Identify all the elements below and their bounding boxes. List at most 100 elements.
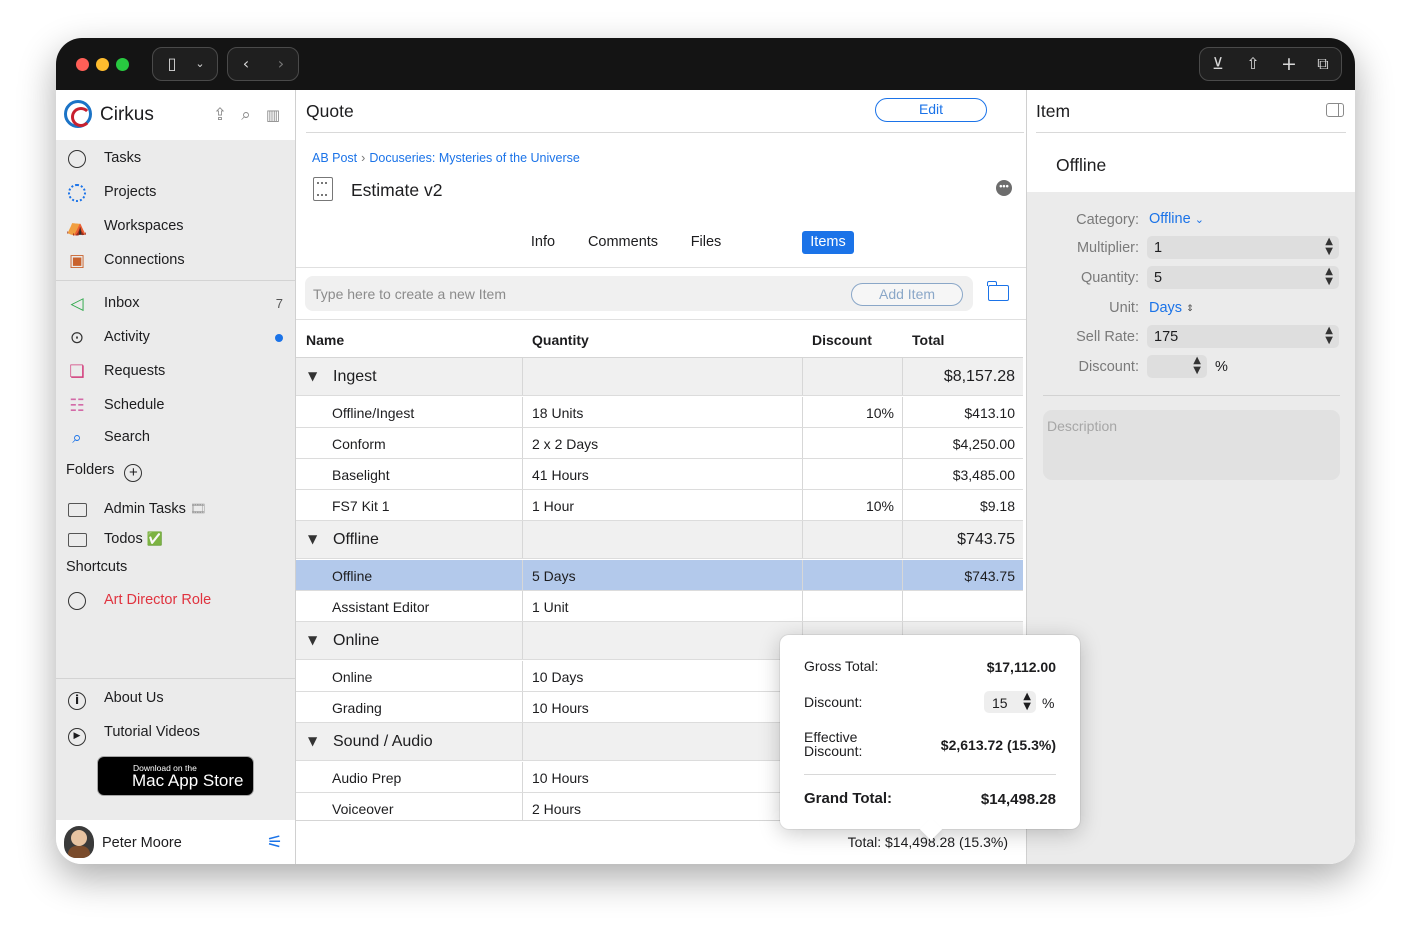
add-item-button[interactable]: Add Item [851,283,963,306]
sidebar: Cirkus ⇪ ⌕ ▥ Tasks Projects ⛺ Workspaces… [56,90,296,864]
chevron-down-icon: ⌄ [1194,213,1204,226]
effective-discount-value: $2,613.72 (15.3%) [940,737,1056,753]
sidebar-panel-icon[interactable]: ▥ [263,105,283,125]
download-icon[interactable]: ⊻ [1203,48,1233,80]
sidebar-item-label: Admin Tasks 🎞 [104,501,206,517]
breadcrumb-link-project[interactable]: Docuseries: Mysteries of the Universe [369,151,580,165]
sidebar-item-art-director-role[interactable]: Art Director Role [56,585,295,617]
tabs-icon[interactable]: ⧉ [1308,48,1338,80]
sidebar-toggle-icon[interactable]: ▯ [157,48,187,80]
discount-stepper[interactable]: ▲ ▼ [1147,355,1207,378]
sidebar-item-label: About Us [104,690,164,706]
table-row[interactable]: Offline/Ingest 18 Units 10% $413.10 [296,397,1023,428]
breadcrumb-link-client[interactable]: AB Post [312,151,357,165]
group-row[interactable]: ▼ Offline $743.75 [296,521,1023,559]
table-row[interactable]: Conform 2 x 2 Days $4,250.00 [296,428,1023,459]
tab-info[interactable]: Info [526,231,560,254]
item-name: FS7 Kit 1 [332,498,390,514]
stepper-arrows-icon[interactable]: ▲ ▼ [1325,326,1333,346]
disclosure-triangle-icon[interactable]: ▼ [308,369,317,383]
sidebar-item-admin-tasks[interactable]: Admin Tasks 🎞 [56,494,295,526]
sliders-icon[interactable]: ⚟ [267,832,283,853]
column-header-total[interactable]: Total [912,332,944,348]
cards-icon: ❏ [69,362,85,382]
table-row-selected[interactable]: Offline 5 Days $743.75 [296,560,1023,591]
search-icon[interactable]: ⌕ [236,105,256,125]
info-icon: i [66,689,88,710]
popover-discount-suffix: % [1042,695,1055,711]
disclosure-triangle-icon[interactable]: ▼ [308,734,317,748]
tab-files[interactable]: Files [686,231,726,254]
sidebar-item-label: Workspaces [104,218,184,234]
stepper-arrows-icon[interactable]: ▲ ▼ [1193,356,1201,376]
sidebar-item-about-us[interactable]: i About Us [56,683,295,715]
sidebar-toggle-group: ▯ ⌄ [152,47,218,81]
close-window-button[interactable] [76,58,89,71]
sidebar-item-tasks[interactable]: Tasks [56,143,295,175]
back-icon[interactable]: ‹ [231,48,261,80]
table-row[interactable]: FS7 Kit 1 1 Hour 10% $9.18 [296,490,1023,521]
contact-card-icon: ▣ [68,251,86,271]
sidebar-item-search[interactable]: ⌕ Search [56,422,295,454]
column-header-discount[interactable]: Discount [812,332,872,348]
share-icon[interactable]: ⇪ [210,105,230,125]
breadcrumb: AB Post › Docuseries: Mysteries of the Uni… [312,151,580,165]
multiplier-stepper[interactable]: 1 ▲ ▼ [1147,236,1339,259]
stepper-arrows-icon[interactable]: ▲ ▼ [1023,692,1031,712]
sidebar-item-workspaces[interactable]: ⛺ Workspaces [56,211,295,243]
sell-rate-label: Sell Rate: [1076,329,1139,345]
share-icon[interactable]: ⇧ [1238,48,1268,80]
column-header-name[interactable]: Name [306,332,344,348]
edit-button[interactable]: Edit [875,98,987,122]
quantity-stepper[interactable]: 5 ▲ ▼ [1147,266,1339,289]
forward-icon[interactable]: › [266,48,296,80]
item-quantity: 1 Hour [532,498,575,514]
more-options-icon[interactable]: ••• [996,180,1012,196]
disclosure-triangle-icon[interactable]: ▼ [308,633,317,647]
stepper-arrows-icon[interactable]: ▲ ▼ [1325,267,1333,287]
group-row[interactable]: ▼ Ingest $8,157.28 [296,358,1023,396]
inspector-field-divider [1043,395,1340,396]
sidebar-item-schedule[interactable]: ☷ Schedule [56,390,295,422]
chevron-down-icon[interactable]: ⌄ [185,48,215,80]
column-header-quantity[interactable]: Quantity [532,332,589,348]
mac-app-store-badge[interactable]: Download on the Mac App Store [97,756,254,796]
item-total: $9.18 [979,498,1015,514]
item-quantity: 5 Days [532,568,576,584]
sidebar-item-tutorial-videos[interactable]: ▶ Tutorial Videos [56,717,295,749]
folder-name: Todos [104,531,143,547]
description-field[interactable] [1043,410,1340,480]
estimate-title: Estimate v2 [351,180,443,200]
sell-rate-stepper[interactable]: 175 ▲ ▼ [1147,325,1339,348]
shortcut-label: Art Director Role [104,592,212,608]
avatar[interactable] [64,826,94,858]
zoom-window-button[interactable] [116,58,129,71]
sidebar-panel-icon[interactable] [1326,103,1344,117]
stepper-arrows-icon[interactable]: ▲ ▼ [1325,237,1333,257]
popover-discount-stepper[interactable]: 15 ▲ ▼ [984,691,1036,713]
add-folder-icon[interactable]: + [124,464,143,482]
sidebar-item-requests[interactable]: ❏ Requests [56,356,295,388]
sidebar-item-activity[interactable]: ⊙ Activity [56,322,295,354]
sidebar-item-connections[interactable]: ▣ Connections [56,245,295,277]
item-quantity: 41 Hours [532,467,589,483]
item-name: Online [332,669,373,685]
minimize-window-button[interactable] [96,58,109,71]
unit-value: Days [1149,300,1183,316]
item-discount: 10% [865,405,894,421]
table-row[interactable]: Baselight 41 Hours $3,485.00 [296,459,1023,490]
table-row[interactable]: Assistant Editor 1 Unit [296,591,1023,622]
disclosure-triangle-icon[interactable]: ▼ [308,532,317,546]
folder-icon[interactable] [987,281,1009,301]
tab-items[interactable]: Items [802,231,854,254]
sidebar-item-inbox[interactable]: ◁ Inbox 7 [56,288,295,320]
category-dropdown[interactable]: Offline ⌄ [1149,211,1204,227]
unit-dropdown[interactable]: Days ⇕ [1149,300,1194,316]
sidebar-item-projects[interactable]: Projects [56,177,295,209]
tab-comments[interactable]: Comments [584,231,662,254]
plus-icon[interactable]: + [1274,48,1304,80]
effective-discount-label: Effective Discount: [804,729,863,759]
sidebar-item-todos[interactable]: Todos ✅ [56,524,295,556]
inspector-title: Item [1036,101,1071,121]
megaphone-icon: ◁ [70,294,84,314]
